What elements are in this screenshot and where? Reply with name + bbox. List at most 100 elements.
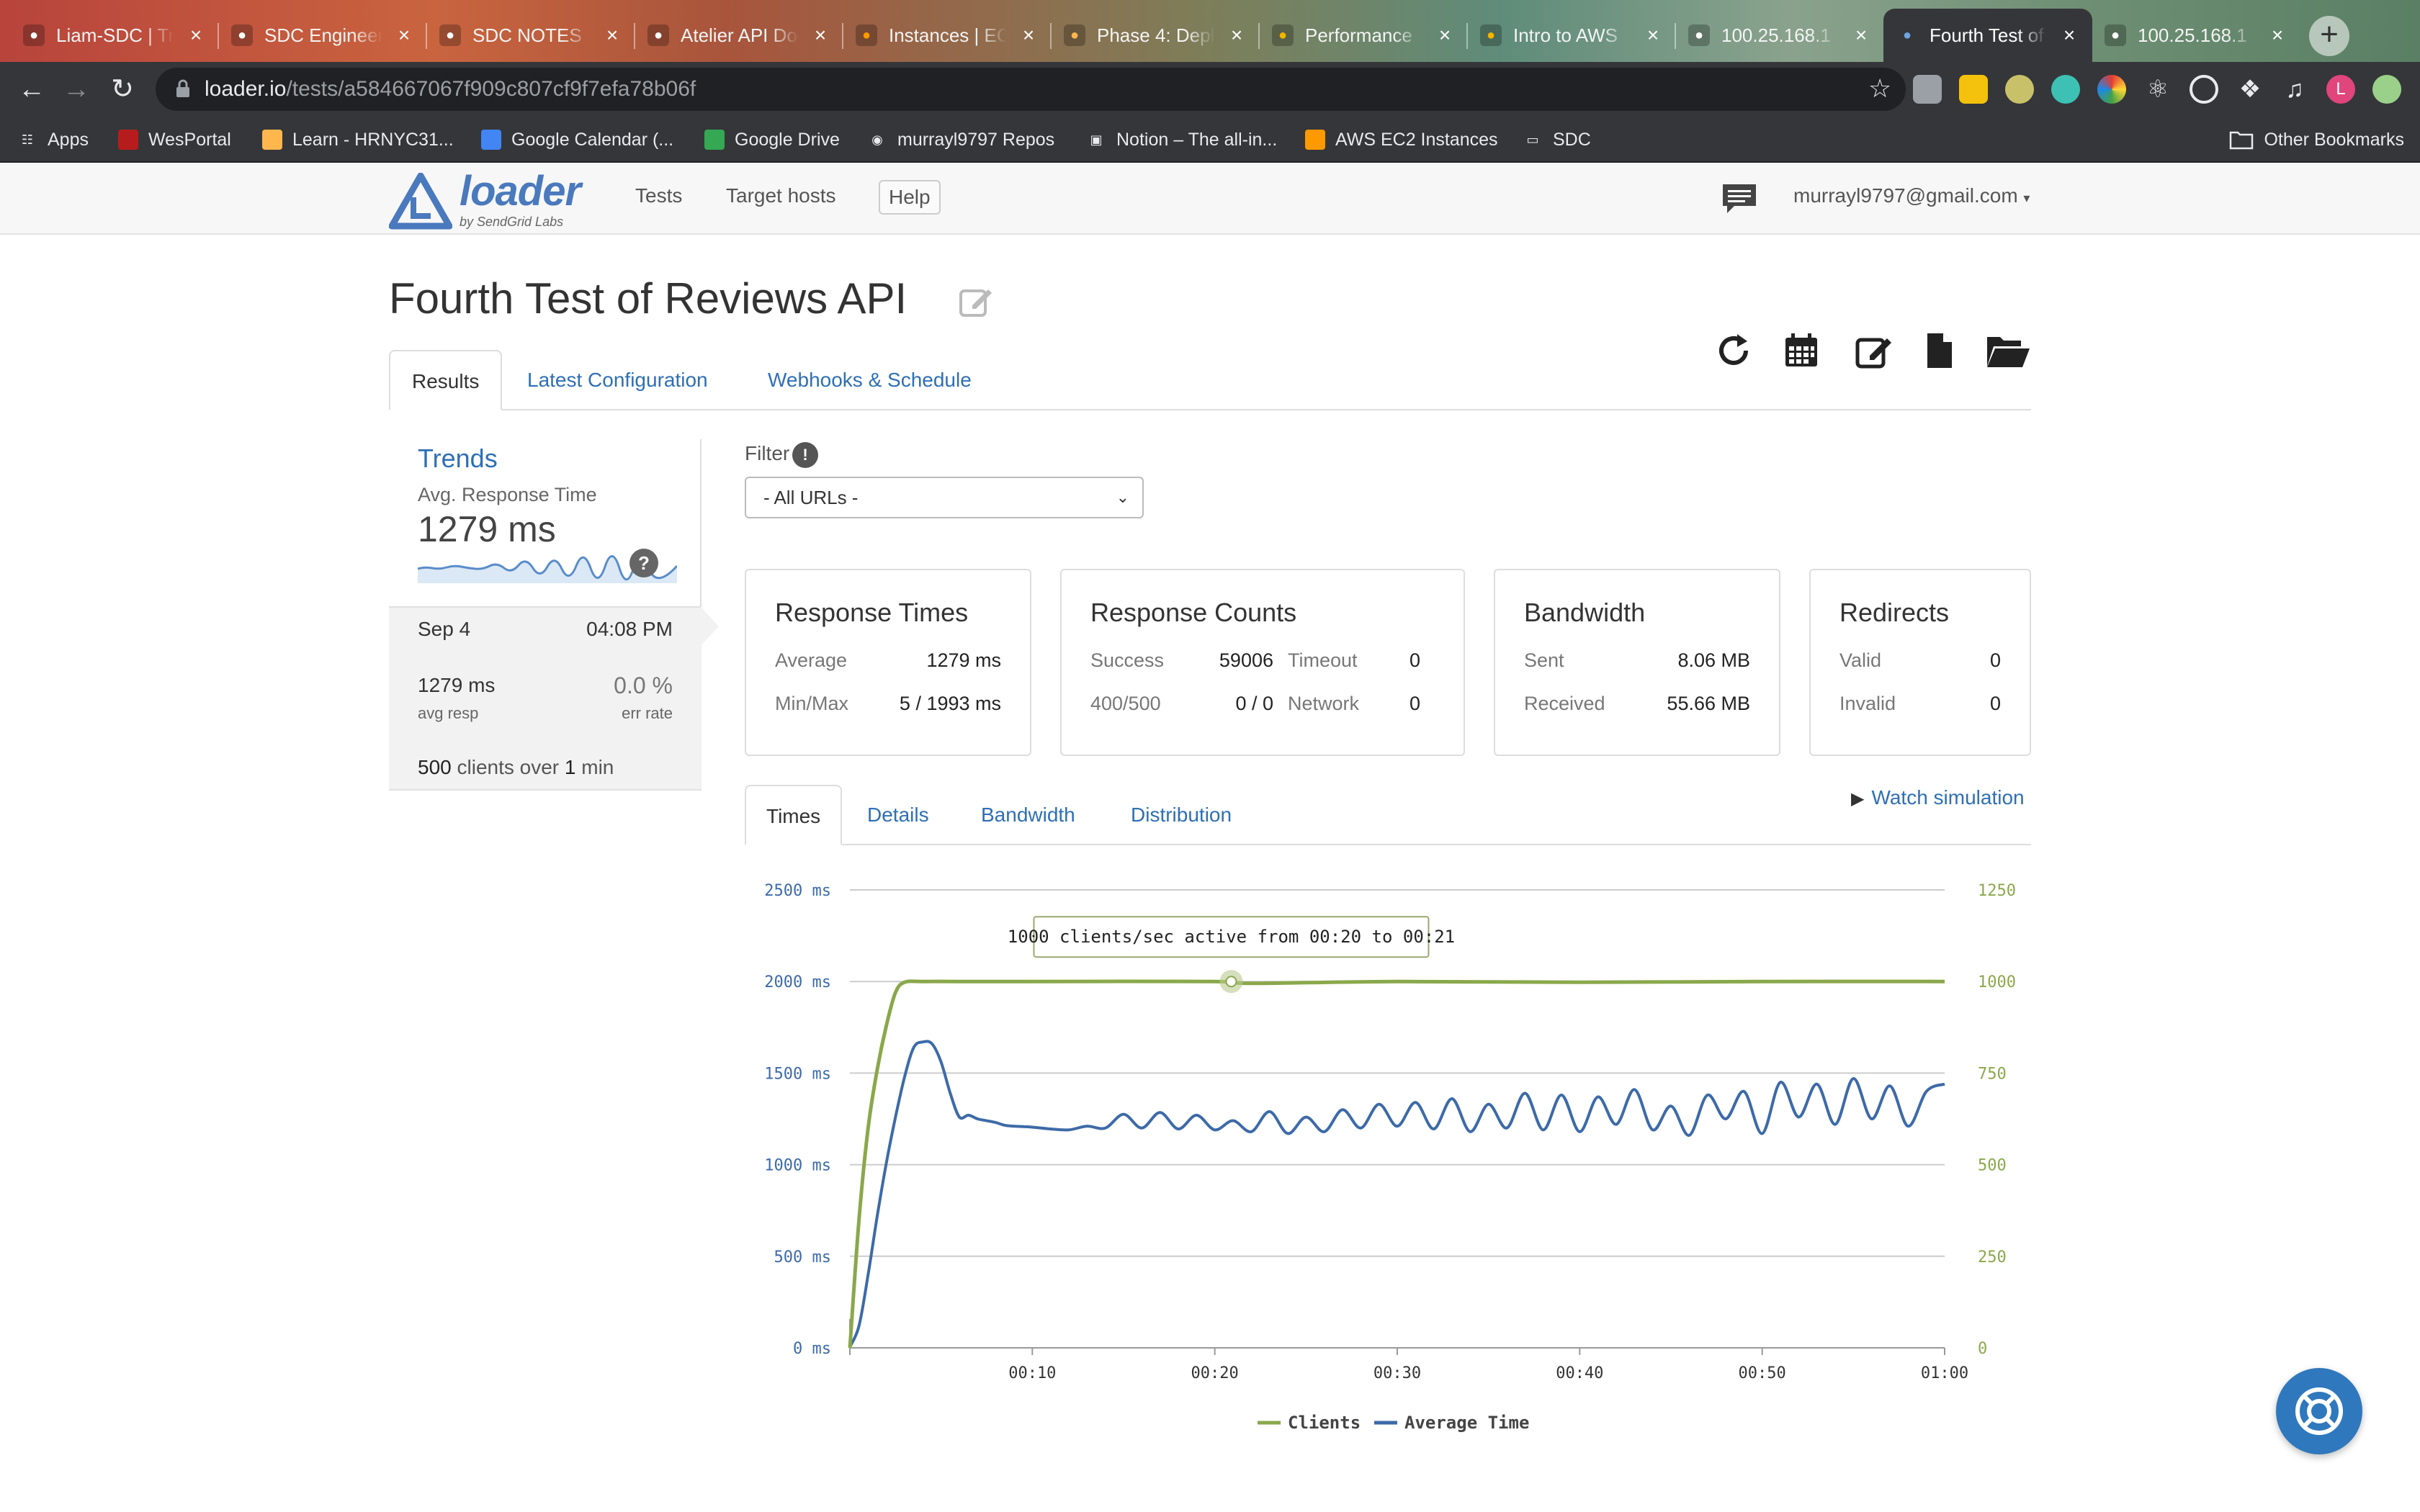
address-bar: ← → ↻ loader.io/tests/a584667067f909c807… [0, 62, 2420, 117]
bookmark-item[interactable]: WesPortal [118, 127, 231, 153]
browser-tab-strip: ● Liam-SDC | Trello × ● SDC Engineering × ● SDC… [0, 0, 2420, 62]
media-queue-icon[interactable]: ♫ [2280, 75, 2309, 104]
close-tab-icon[interactable]: × [1227, 24, 1247, 47]
new-tab-button[interactable]: + [2309, 16, 2349, 56]
browser-tab[interactable]: ● Fourth Test of × [1883, 9, 2092, 62]
browser-tab-title: Atelier API Docs [681, 24, 799, 46]
github-icon: ● [647, 24, 669, 46]
nav-tests[interactable]: Tests [635, 184, 682, 207]
chart-tab-distribution[interactable]: Distribution [1111, 785, 1252, 845]
close-tab-icon[interactable]: × [186, 24, 206, 47]
close-tab-icon[interactable]: × [1018, 24, 1039, 47]
timeout-value: 0 [1409, 649, 1420, 671]
avg-response-label: Avg. Response Time [418, 484, 597, 505]
wallet-extension-icon[interactable] [2005, 75, 2034, 104]
close-tab-icon[interactable]: × [1435, 24, 1455, 47]
reload-icon[interactable]: ↻ [104, 71, 141, 108]
tab-separator [218, 23, 219, 49]
account-menu[interactable]: murrayl9797@gmail.com ▾ [1793, 184, 2030, 207]
close-tab-icon[interactable]: × [1851, 24, 1871, 47]
url-input[interactable]: loader.io/tests/a584667067f909c807cf9f7e… [156, 68, 1906, 111]
run-duration: 1 [564, 756, 576, 778]
received-value: 55.66 MB [1667, 693, 1750, 714]
tab-webhooks-schedule[interactable]: Webhooks & Schedule [746, 350, 993, 410]
browser-tab[interactable]: ● SDC NOTES × [426, 9, 635, 62]
url-filter-select[interactable]: - All URLs - ⌄ [745, 477, 1144, 518]
aws-icon [1305, 130, 1325, 150]
close-tab-icon[interactable]: × [2059, 24, 2079, 47]
browser-tab[interactable]: ● Instances | EC2 × [843, 9, 1052, 62]
close-tab-icon[interactable]: × [810, 24, 830, 47]
browser-tab[interactable]: ● Liam-SDC | Trello × [10, 9, 219, 62]
profile-avatar[interactable]: L [2326, 75, 2355, 104]
bookmark-item[interactable]: Google Calendar (... [481, 127, 673, 153]
bookmark-item[interactable]: ▣ Notion – The all-in... [1086, 127, 1277, 153]
other-bookmarks[interactable]: Other Bookmarks [2229, 127, 2404, 153]
honey-extension-icon[interactable] [1959, 75, 1988, 104]
run-clients-count: 500 [418, 756, 452, 778]
browser-tab-title: Performance [1305, 24, 1412, 46]
tab-latest-configuration[interactable]: Latest Configuration [506, 350, 730, 410]
bookmark-item[interactable]: Google Drive [704, 127, 840, 153]
color-picker-icon[interactable] [2097, 75, 2126, 104]
browser-tab[interactable]: ● 100.25.168.1 × [2092, 9, 2300, 62]
react-devtools-icon[interactable]: ⚛ [2143, 75, 2172, 104]
tab-separator [1258, 23, 1260, 49]
y-left-tick-label: 1000 ms [764, 1157, 831, 1175]
trend-help-icon[interactable]: ? [629, 549, 658, 577]
success-value: 59006 [1219, 649, 1273, 671]
help-button[interactable]: Help [879, 180, 941, 215]
help-chat-button[interactable] [2276, 1368, 2362, 1454]
star-icon[interactable]: ☆ [1868, 73, 1891, 104]
close-tab-icon[interactable]: × [602, 24, 622, 47]
response-times-card: Response Times Average 1279 ms Min/Max 5… [745, 569, 1031, 756]
metamask-extension-icon[interactable] [2051, 75, 2080, 104]
bookmark-item[interactable]: ▭ SDC [1523, 127, 1590, 153]
sent-value: 8.06 MB [1677, 649, 1750, 671]
test-run-card[interactable]: Sep 4 04:08 PM 1279 ms avg resp 0.0 % er… [389, 606, 702, 791]
edit-title-icon[interactable] [958, 284, 994, 320]
trends-link[interactable]: Trends [418, 444, 498, 474]
filter-info-icon[interactable]: ! [792, 442, 818, 468]
tab-separator [1675, 23, 1676, 49]
x-tick-label: 00:10 [1008, 1364, 1056, 1382]
browser-tab[interactable]: ● Atelier API Docs × [635, 9, 843, 62]
page-title: Fourth Test of Reviews API [389, 274, 908, 323]
green-extension-icon[interactable] [2372, 75, 2401, 104]
messages-icon[interactable] [1720, 181, 1759, 215]
bookmark-item[interactable]: Learn - HRNYC31... [262, 127, 454, 153]
series-line-average-time [848, 1040, 1945, 1348]
tab-results[interactable]: Results [389, 350, 503, 410]
chart-tab-details[interactable]: Details [847, 785, 949, 845]
close-tab-icon[interactable]: × [1643, 24, 1663, 47]
browser-tab[interactable]: ● Performance × [1259, 9, 1468, 62]
chart-tab-bandwidth[interactable]: Bandwidth [961, 785, 1095, 845]
browser-tab[interactable]: ● 100.25.168.1 × [1675, 9, 1884, 62]
calendar-icon [481, 130, 501, 150]
puzzle-icon[interactable]: ❖ [2236, 75, 2264, 104]
loader-logo[interactable]: loader by SendGrid Labs [389, 168, 591, 230]
errors-value: 0 / 0 [1235, 693, 1273, 714]
browser-tab[interactable]: ● SDC Engineering × [218, 9, 427, 62]
close-tab-icon[interactable]: × [394, 24, 414, 47]
browser-tab[interactable]: ● Intro to AWS × [1467, 9, 1676, 62]
back-icon[interactable]: ← [13, 71, 50, 108]
bookmark-item[interactable]: AWS EC2 Instances [1305, 127, 1498, 153]
bookmark-item[interactable]: ◉ murrayl9797 Repos [867, 127, 1054, 153]
target-extension-icon[interactable] [2190, 75, 2218, 104]
close-tab-icon[interactable]: × [2267, 24, 2287, 47]
watch-simulation-link[interactable]: ▶ Watch simulation [1851, 786, 2025, 809]
browser-tab[interactable]: ● Phase 4: Deploy × [1051, 9, 1260, 62]
chart-tab-times[interactable]: Times [745, 785, 843, 845]
folder-icon: ▭ [1526, 132, 1539, 147]
github-icon: ● [231, 24, 253, 46]
bookmarks-bar: Other Bookmarks ☷ Apps WesPortal Learn - HR… [0, 117, 2420, 163]
forward-icon[interactable]: → [58, 71, 95, 108]
bookmark-item[interactable]: ☷ Apps [17, 127, 89, 153]
extension-icon[interactable] [1913, 75, 1942, 104]
y-right-tick-label: 1000 [1978, 973, 2016, 991]
x-tick-label: 00:50 [1739, 1364, 1786, 1382]
nav-target-hosts[interactable]: Target hosts [726, 184, 836, 207]
x-tick-label: 00:20 [1191, 1364, 1239, 1382]
y-left-tick-label: 2500 ms [764, 882, 831, 900]
